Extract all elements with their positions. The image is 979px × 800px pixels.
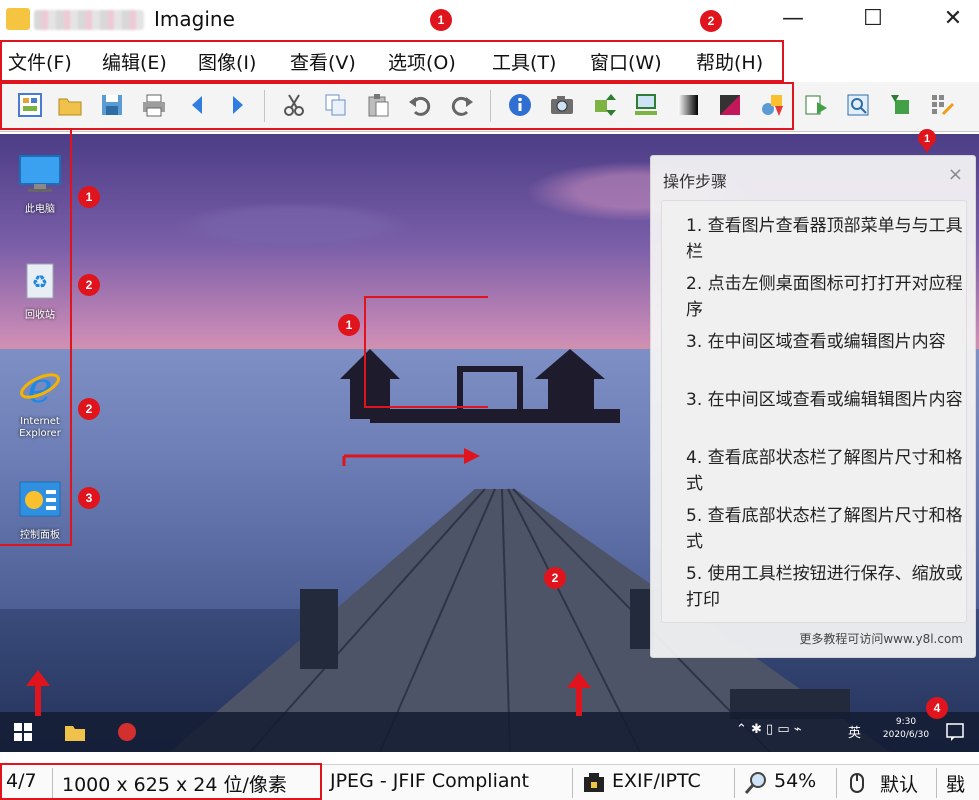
badge: 1: [338, 314, 360, 336]
annotation-pavilion-box: [364, 296, 488, 408]
desktop-icon-control-panel[interactable]: 控制面板: [8, 478, 72, 542]
svg-text:e: e: [28, 364, 53, 408]
badge: 1: [78, 186, 100, 208]
steps-title: 操作步骤: [663, 172, 728, 191]
steps-footer: 更多教程可访问www.y8l.com: [799, 632, 963, 646]
rotate-icon[interactable]: [886, 92, 914, 120]
step-item: 5. 查看底部状态栏了解图片尺寸和格式: [686, 506, 963, 552]
file-explorer-icon[interactable]: [64, 721, 86, 743]
desktop-icon-label: 回收站: [25, 310, 55, 321]
control-panel-icon: [19, 481, 61, 517]
annotation-menu-box: [0, 40, 784, 82]
camera-lock-icon: [584, 773, 604, 792]
close-button[interactable]: ✕: [930, 4, 976, 36]
badge: 2: [78, 274, 100, 296]
badge: 1: [430, 9, 452, 31]
annotation-arrow-right: [342, 448, 480, 466]
minimize-button[interactable]: —: [770, 4, 816, 36]
step-item: 1. 查看图片查看器顶部菜单与与工具栏: [686, 216, 963, 262]
annotation-arrow-up-center: [567, 672, 591, 716]
status-separator: [734, 768, 735, 798]
annotation-pointer: 1: [918, 129, 936, 153]
clock-date: 2020/6/30: [882, 730, 930, 740]
start-icon[interactable]: [12, 721, 34, 743]
desktop-icon-recycle-bin[interactable]: ♻ 回收站: [8, 258, 72, 322]
badge: 2: [700, 10, 722, 32]
desktop-icon-label: Internet Explorer: [19, 416, 61, 439]
grid-icon[interactable]: [928, 92, 956, 120]
recycle-bin-icon: ♻: [26, 263, 54, 299]
ime-indicator[interactable]: 英: [848, 722, 861, 741]
ie-icon: e: [20, 363, 60, 412]
badge: 3: [78, 487, 100, 509]
taskbar: ⌃ ✱ ▯ ▭ ⌁ 英 9:30 2020/6/30: [0, 712, 979, 752]
annotation-bottom-line: [0, 544, 72, 546]
annotation-status-box: [0, 763, 322, 800]
status-format: JPEG - JFIF Compliant: [330, 770, 529, 792]
desktop-icon-label: 此电脑: [25, 204, 55, 215]
app-record-icon[interactable]: [116, 721, 138, 743]
annotation-arrow-up-left: [26, 670, 50, 716]
badge: 2: [544, 567, 566, 589]
clock[interactable]: 9:30 2020/6/30: [876, 716, 936, 742]
step-item: 3. 在中间区域查看或编辑辑图片内容: [686, 390, 963, 410]
badge: 4: [926, 697, 948, 719]
step-item: 3. 在中间区域查看或编辑图片内容: [686, 332, 946, 352]
desktop-icon-label: 控制面板: [20, 530, 60, 541]
steps-panel: 操作步骤 × 1. 查看图片查看器顶部菜单与与工具栏 2. 点击左侧桌面图标可打…: [650, 155, 976, 658]
desktop-icon-this-pc[interactable]: 此电脑: [8, 152, 72, 216]
step-item: 4. 查看底部状态栏了解图片尺寸和格式: [686, 448, 963, 494]
status-separator: [572, 768, 573, 798]
blurred-filename: [34, 10, 144, 30]
mouse-icon: [850, 773, 864, 793]
status-separator: [936, 768, 937, 798]
annotation-left-line: [70, 130, 72, 544]
steps-list: 1. 查看图片查看器顶部菜单与与工具栏 2. 点击左侧桌面图标可打打开对应程序 …: [661, 200, 967, 623]
notification-icon[interactable]: [944, 721, 966, 743]
status-mode[interactable]: 默认: [880, 770, 918, 797]
desktop-icon-internet-explorer[interactable]: e Internet Explorer: [8, 363, 72, 440]
svg-text:♻: ♻: [32, 272, 48, 293]
step-item: 5. 使用工具栏按钮进行保存、缩放或打印: [686, 564, 963, 610]
zoom-icon[interactable]: [844, 92, 872, 120]
step-item: 2. 点击左侧桌面图标可打打开对应程序: [686, 274, 963, 320]
title-bar: Imagine — ☐ ✕: [0, 0, 979, 40]
monitor-icon: [19, 155, 61, 192]
maximize-button[interactable]: ☐: [850, 4, 896, 36]
annotation-toolbar-box: [0, 82, 794, 130]
status-zoom[interactable]: 54%: [774, 770, 816, 792]
zoom-magnifier-icon: [744, 772, 766, 794]
download-icon[interactable]: [802, 92, 830, 120]
status-separator: [836, 768, 837, 798]
annotation-pointer-label: 1: [924, 133, 930, 145]
badge: 2: [78, 398, 100, 420]
tray-icons[interactable]: ⌃ ✱ ▯ ▭ ⌁: [736, 722, 802, 737]
status-extra: 戥: [946, 774, 966, 796]
clock-time: 9:30: [895, 717, 917, 727]
steps-close-button[interactable]: ×: [948, 164, 963, 185]
status-meta: EXIF/IPTC: [612, 770, 701, 792]
app-icon: [6, 8, 30, 30]
window-title: Imagine: [154, 7, 235, 31]
